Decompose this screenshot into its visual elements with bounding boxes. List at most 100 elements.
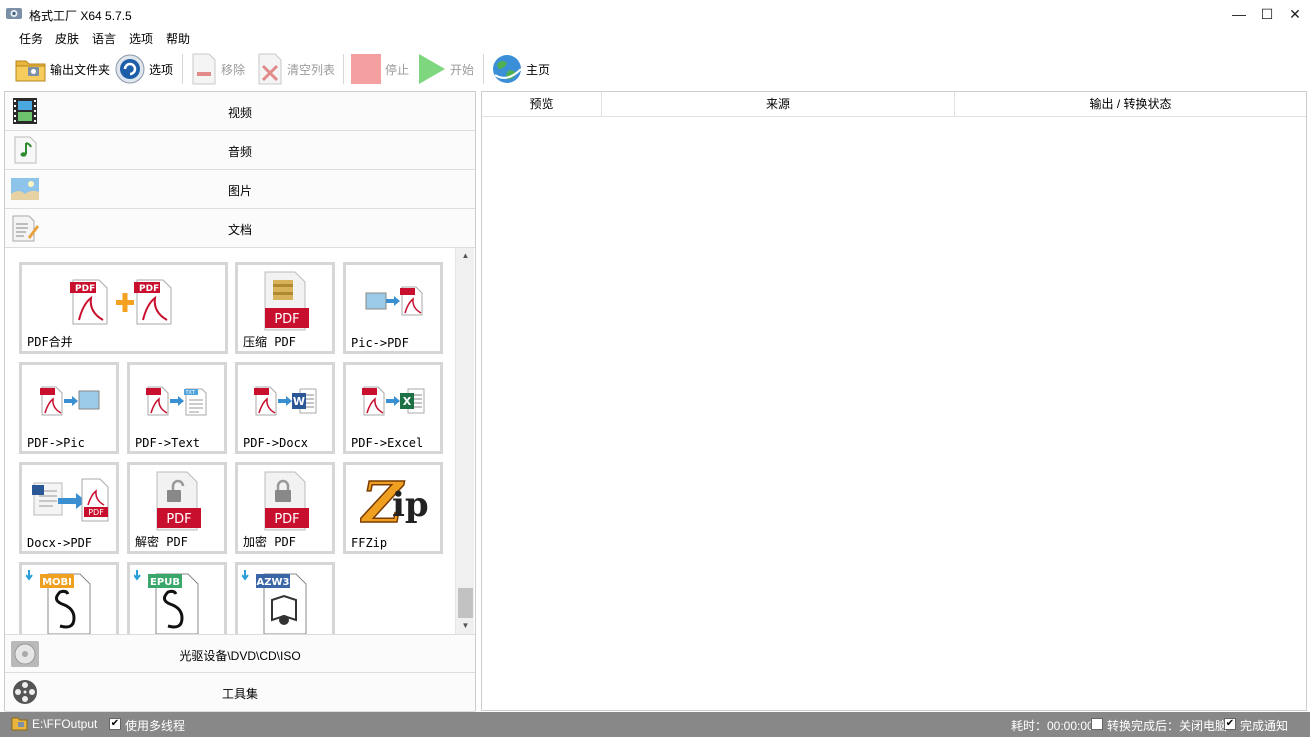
after-convert-checkbox[interactable] xyxy=(1091,718,1103,730)
stop-button[interactable]: 停止 xyxy=(350,52,409,86)
window-title: 格式工厂 X64 5.7.5 xyxy=(29,9,132,23)
tools-grid-scrollbar[interactable]: ▲ ▼ xyxy=(455,248,474,634)
format-factory-window: 格式工厂 X64 5.7.5 — ☐ ✕ 任务 皮肤 语言 选项 帮助 输出文件… xyxy=(0,0,1310,737)
tile-label: PDF合并 xyxy=(27,335,73,349)
options-gear-icon xyxy=(115,54,145,84)
tile-decrypt-pdf[interactable]: PDF 解密 PDF xyxy=(127,462,227,554)
menu-options[interactable]: 选项 xyxy=(129,30,153,47)
elapsed-time: 耗时：00:00:00 xyxy=(1011,719,1094,733)
menu-task[interactable]: 任务 xyxy=(19,30,43,47)
minimize-button[interactable]: — xyxy=(1224,0,1254,28)
file-list-panel: 预览 来源 输出 / 转换状态 xyxy=(481,91,1307,711)
home-button[interactable]: 主页 xyxy=(491,52,550,86)
column-preview[interactable]: 预览 xyxy=(482,92,602,117)
epub-badge-text: EPUB xyxy=(150,577,180,588)
category-tools-label: 工具集 xyxy=(221,687,258,701)
start-button[interactable]: 开始 xyxy=(417,52,474,86)
menu-bar: 任务 皮肤 语言 选项 帮助 xyxy=(0,28,1310,48)
category-document-label: 文档 xyxy=(227,223,252,237)
column-source[interactable]: 来源 xyxy=(602,92,955,117)
pdf-tag-text: PDF xyxy=(88,508,104,517)
output-folder-label: 输出文件夹 xyxy=(50,62,111,77)
notify-label: 完成通知 xyxy=(1240,719,1289,733)
tile-pdf-to-text[interactable]: TXT PDF->Text xyxy=(127,362,227,454)
maximize-button[interactable]: ☐ xyxy=(1252,0,1282,28)
category-audio[interactable]: 音频 xyxy=(5,131,475,170)
category-document[interactable]: 文档 xyxy=(5,209,475,248)
tile-ffzip[interactable]: Z ip FFZip xyxy=(343,462,443,554)
tile-pdf-merge[interactable]: PDF PDF PDF合并 xyxy=(19,262,228,354)
format-factory-logo-icon xyxy=(6,8,22,19)
category-optical-drive-label: 光驱设备\DVD\CD\ISO xyxy=(179,649,301,663)
scroll-up-arrow-icon[interactable]: ▲ xyxy=(456,248,475,264)
pdf-merge-icon: PDF PDF xyxy=(70,279,172,325)
home-label: 主页 xyxy=(526,62,551,77)
tile-pdf-to-docx[interactable]: W PDF->Docx xyxy=(235,362,335,454)
menu-language[interactable]: 语言 xyxy=(92,30,116,47)
pdf-big-text: PDF xyxy=(274,312,299,327)
word-letter-text: W xyxy=(293,395,305,408)
mobi-ebook-icon: MOBI xyxy=(26,570,91,634)
tile-encrypt-pdf[interactable]: PDF 加密 PDF xyxy=(235,462,335,554)
tile-pdf-to-pic[interactable]: PDF->Pic xyxy=(19,362,119,454)
tile-label: PDF->Text xyxy=(135,436,201,450)
tile-label: PDF->Docx xyxy=(243,436,309,450)
stop-label: 停止 xyxy=(385,62,410,77)
category-video-label: 视频 xyxy=(227,106,252,120)
tile-label: 加密 PDF xyxy=(243,535,296,549)
remove-button[interactable]: 移除 xyxy=(190,52,245,86)
options-label: 选项 xyxy=(149,62,174,77)
menu-help[interactable]: 帮助 xyxy=(166,30,190,47)
clear-list-icon xyxy=(258,53,282,85)
pic-to-pdf-icon xyxy=(365,286,423,316)
output-path[interactable]: E:\FFOutput xyxy=(32,717,97,731)
after-convert-label: 转换完成后：关闭电脑 xyxy=(1107,719,1228,733)
category-picture-label: 图片 xyxy=(227,184,252,198)
tile-to-azw3[interactable]: AZW3 xyxy=(235,562,335,634)
pdf-big-text: PDF xyxy=(274,512,299,527)
tile-label: PDF->Pic xyxy=(27,436,85,450)
azw3-ebook-icon: AZW3 xyxy=(242,570,307,634)
category-tools[interactable]: 工具集 xyxy=(5,673,475,712)
encrypt-pdf-lock-icon: PDF xyxy=(264,471,309,531)
category-picture[interactable]: 图片 xyxy=(5,170,475,209)
remove-icon xyxy=(192,53,216,85)
tile-pdf-to-excel[interactable]: X PDF->Excel xyxy=(343,362,443,454)
tile-label: 解密 PDF xyxy=(135,535,188,549)
docx-to-pdf-icon: PDF xyxy=(32,478,109,522)
tile-docx-to-pdf[interactable]: PDF Docx->PDF xyxy=(19,462,119,554)
tile-to-mobi[interactable]: MOBI xyxy=(19,562,119,634)
zip-ip-text: ip xyxy=(392,485,429,525)
tile-label: PDF->Excel xyxy=(351,436,424,450)
azw3-badge-text: AZW3 xyxy=(257,577,290,588)
file-list-header: 预览 来源 输出 / 转换状态 xyxy=(482,92,1306,117)
category-audio-label: 音频 xyxy=(227,145,252,159)
pdf-tag-text: PDF xyxy=(75,284,95,294)
tile-pic-to-pdf[interactable]: Pic->PDF xyxy=(343,262,443,354)
notify-checkbox[interactable]: ✔ xyxy=(1224,718,1236,730)
tile-label: 压缩 PDF xyxy=(243,335,296,349)
start-play-icon xyxy=(419,54,445,84)
clear-list-button[interactable]: 清空列表 xyxy=(256,52,335,86)
ffzip-logo-icon: Z ip xyxy=(360,470,429,532)
tile-to-epub[interactable]: EPUB xyxy=(127,562,227,634)
toolbar-separator xyxy=(343,54,344,84)
tile-compress-pdf[interactable]: PDF 压缩 PDF xyxy=(235,262,335,354)
document-tools-grid: PDF PDF PDF合并 PDF 压缩 PDF Pic->PDF PDF->P… xyxy=(5,248,475,634)
clear-list-label: 清空列表 xyxy=(287,62,336,77)
category-video[interactable]: 视频 xyxy=(5,92,475,131)
close-button[interactable]: ✕ xyxy=(1280,0,1310,28)
menu-skin[interactable]: 皮肤 xyxy=(55,30,79,47)
start-label: 开始 xyxy=(450,62,475,77)
multithread-checkbox[interactable]: ✔ xyxy=(109,718,121,730)
tile-label: FFZip xyxy=(351,536,388,550)
column-output-status[interactable]: 输出 / 转换状态 xyxy=(955,92,1306,117)
scroll-thumb[interactable] xyxy=(458,588,473,618)
output-folder-button[interactable]: 输出文件夹 xyxy=(15,52,110,86)
scroll-down-arrow-icon[interactable]: ▼ xyxy=(456,618,475,634)
pdf-to-word-icon: W xyxy=(254,386,317,416)
status-bar: E:\FFOutput ✔ 使用多线程 耗时：00:00:00 转换完成后：关闭… xyxy=(0,712,1310,737)
options-button[interactable]: 选项 xyxy=(114,52,173,86)
pdf-to-text-icon: TXT xyxy=(146,386,207,416)
category-optical-drive[interactable]: 光驱设备\DVD\CD\ISO xyxy=(5,634,475,673)
